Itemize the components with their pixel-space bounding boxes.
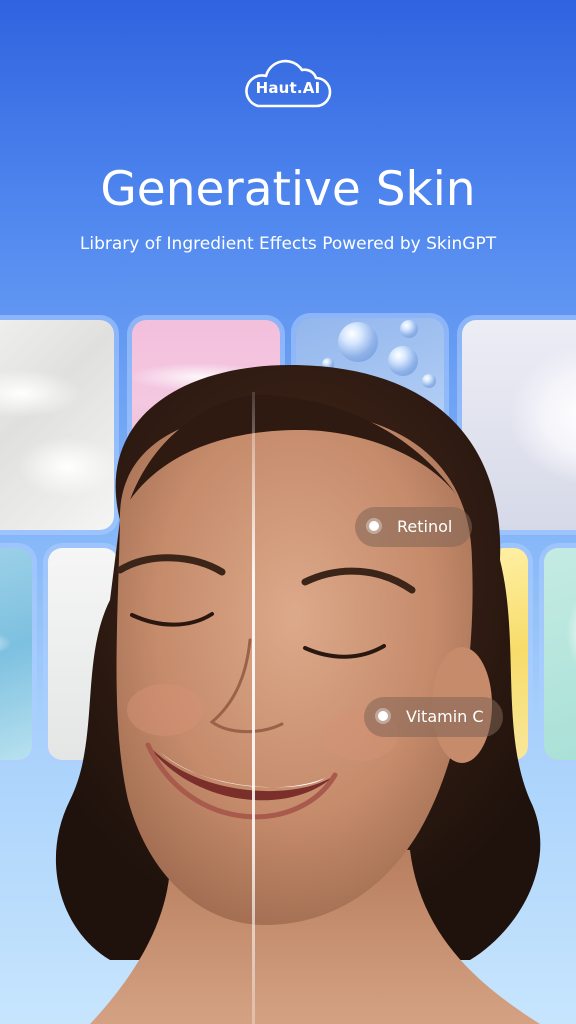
ingredient-tag-retinol[interactable]: Retinol bbox=[355, 507, 472, 547]
ingredient-tag-vitamin-c[interactable]: Vitamin C bbox=[364, 697, 503, 737]
ingredient-tag-label: Vitamin C bbox=[406, 707, 484, 726]
tag-dot-icon bbox=[378, 711, 388, 721]
ingredient-tag-label: Retinol bbox=[397, 517, 453, 536]
before-after-divider[interactable] bbox=[252, 392, 255, 1024]
promo-screen: Haut.AI Generative Skin Library of Ingre… bbox=[0, 0, 576, 1024]
tag-dot-icon bbox=[369, 521, 379, 531]
smiling-woman-portrait bbox=[55, 365, 541, 1024]
